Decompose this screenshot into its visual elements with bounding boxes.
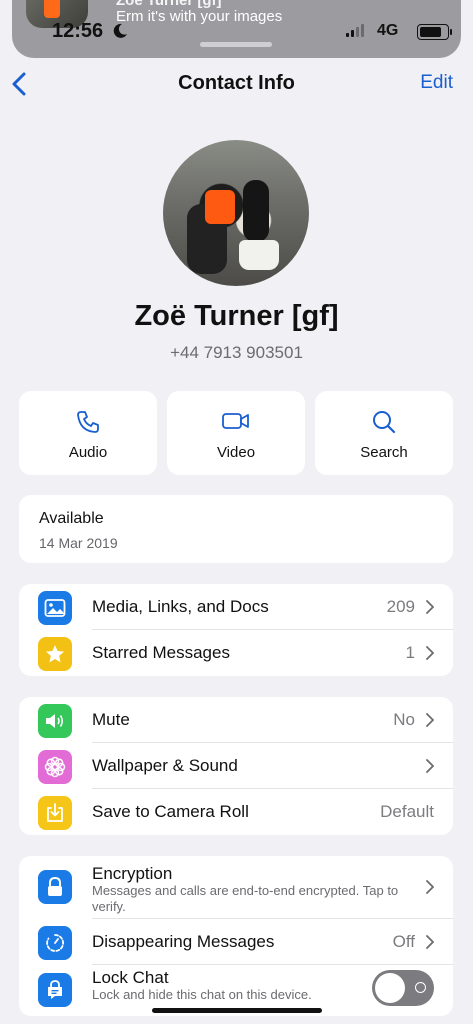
settings-group: Mute No Wallpaper & Sound Save to Camera…	[19, 697, 453, 835]
row-label: Save to Camera Roll	[92, 802, 249, 821]
media-links-docs-row[interactable]: Media, Links, and Docs 209	[19, 584, 453, 630]
mute-row[interactable]: Mute No	[19, 697, 453, 743]
row-value: Default	[380, 802, 434, 821]
chevron-right-icon	[426, 880, 434, 894]
audio-call-button[interactable]: Audio	[19, 391, 157, 475]
photo-icon	[38, 591, 72, 625]
row-label: Disappearing Messages	[92, 932, 275, 951]
row-value: 1	[405, 643, 415, 662]
privacy-group: Encryption Messages and calls are end-to…	[19, 856, 453, 1016]
save-to-camera-roll-row[interactable]: Save to Camera Roll Default	[19, 789, 453, 835]
row-subtitle: Messages and calls are end-to-end encryp…	[92, 883, 399, 914]
flower-icon	[38, 750, 72, 784]
speaker-icon	[38, 704, 72, 738]
video-camera-icon	[222, 413, 249, 429]
network-type: 4G	[377, 22, 399, 39]
row-label: Starred Messages	[92, 643, 230, 662]
status-card: Available 14 Mar 2019	[19, 495, 453, 563]
video-call-button[interactable]: Video	[167, 391, 305, 475]
row-subtitle: Lock and hide this chat on this device.	[92, 987, 312, 1002]
status-text: Available	[39, 510, 104, 527]
row-value: No	[393, 710, 415, 729]
row-label: Mute	[92, 710, 130, 729]
chevron-right-icon	[426, 935, 434, 949]
search-icon	[373, 411, 396, 434]
battery-icon	[417, 24, 452, 40]
search-button[interactable]: Search	[315, 391, 453, 475]
chevron-right-icon	[426, 646, 434, 660]
row-label: Wallpaper & Sound	[92, 756, 238, 775]
row-label: Media, Links, and Docs	[92, 597, 269, 616]
lock-chat-toggle[interactable]	[372, 970, 434, 1006]
audio-label: Audio	[68, 444, 108, 461]
chevron-right-icon	[426, 713, 434, 727]
star-icon	[38, 637, 72, 671]
chevron-right-icon	[426, 600, 434, 614]
signal-icon	[346, 24, 364, 37]
phone-icon	[77, 411, 99, 433]
encryption-row[interactable]: Encryption Messages and calls are end-to…	[19, 856, 453, 919]
status-time: 12:56	[52, 20, 104, 42]
notification-message: Erm it's with your images	[116, 8, 283, 25]
contact-phone[interactable]: +44 7913 903501	[0, 343, 473, 363]
video-label: Video	[216, 444, 256, 461]
search-label: Search	[360, 444, 408, 461]
action-buttons: Audio Video Search	[19, 391, 453, 475]
contact-name: Zoë Turner [gf]	[134, 300, 339, 332]
notification-banner[interactable]: Zoë Turner [gf] Erm it's with your image…	[12, 0, 461, 58]
row-label: Encryption	[92, 864, 173, 883]
lock-chat-icon	[38, 973, 72, 1007]
disappearing-messages-row[interactable]: Disappearing Messages Off	[19, 919, 453, 965]
timer-icon	[38, 926, 72, 960]
download-icon	[38, 796, 72, 830]
home-indicator[interactable]	[152, 1008, 322, 1013]
avatar[interactable]	[163, 140, 309, 286]
page-title: Contact Info	[178, 72, 295, 94]
moon-icon	[113, 23, 127, 38]
row-value: Off	[392, 932, 415, 951]
chevron-right-icon	[426, 759, 434, 773]
wallpaper-sound-row[interactable]: Wallpaper & Sound	[19, 743, 453, 789]
edit-button[interactable]: Edit	[420, 72, 453, 94]
banner-grabber[interactable]	[200, 42, 272, 47]
starred-messages-row[interactable]: Starred Messages 1	[19, 630, 453, 676]
row-value: 209	[386, 597, 415, 616]
media-group: Media, Links, and Docs 209 Starred Messa…	[19, 584, 453, 676]
status-date: 14 Mar 2019	[39, 535, 118, 551]
lock-icon	[38, 870, 72, 904]
row-label: Lock Chat	[92, 968, 169, 987]
